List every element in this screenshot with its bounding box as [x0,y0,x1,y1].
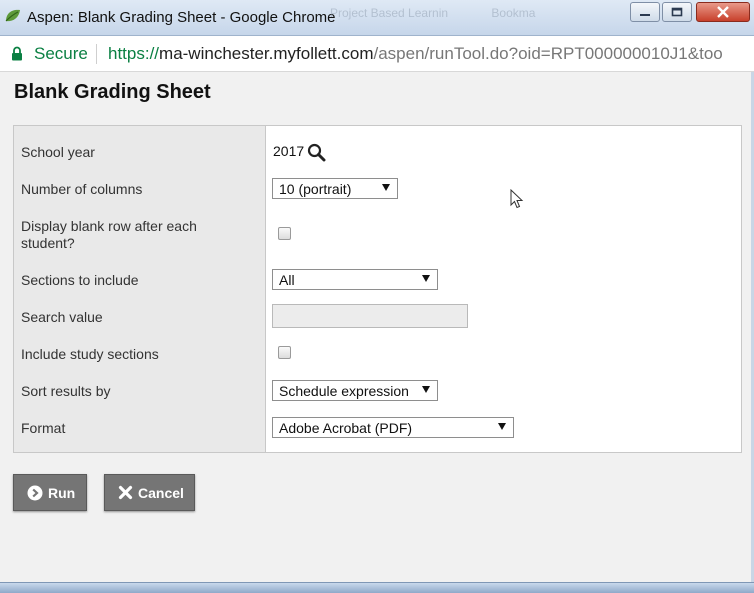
play-circle-icon [27,485,43,501]
form-label-column: School year Number of columns Display bl… [14,126,266,452]
page-title: Blank Grading Sheet [14,81,211,103]
format-label: Format [21,420,66,436]
dropdown-arrow-icon [382,184,390,191]
search-value-input[interactable] [272,304,468,328]
close-icon [118,485,133,500]
cancel-button-label: Cancel [138,485,184,501]
dropdown-arrow-icon [422,275,430,282]
background-tab: Project Based Learnin [330,6,449,20]
run-button[interactable]: Run [13,474,87,511]
url-text[interactable]: https://ma-winchester.myfollett.com/aspe… [108,44,723,64]
display-blank-row-checkbox[interactable] [278,227,291,240]
url-host: ma-winchester.myfollett.com [159,44,374,63]
number-of-columns-label: Number of columns [21,181,143,197]
secure-label: Secure [34,44,88,63]
sort-results-by-label: Sort results by [21,383,111,399]
maximize-icon [671,7,683,17]
run-button-label: Run [48,485,76,501]
address-bar[interactable]: Secure https://ma-winchester.myfollett.c… [0,36,754,72]
url-path: /aspen/runTool.do?oid=RPT000000010J1&too [373,44,723,63]
sort-results-by-select[interactable]: Schedule expression [272,380,438,401]
number-of-columns-value: 10 (portrait) [279,181,352,197]
display-blank-row-label: Display blank row after each student? [21,218,197,251]
minimize-icon [640,14,650,16]
window-title: Aspen: Blank Grading Sheet - Google Chro… [27,9,336,26]
sections-to-include-label: Sections to include [21,272,139,288]
address-separator [96,44,97,64]
minimize-button[interactable] [630,2,660,22]
format-select[interactable]: Adobe Acrobat (PDF) [272,417,514,438]
cancel-button[interactable]: Cancel [104,474,195,511]
background-tab: Bookma [491,6,536,20]
maximize-button[interactable] [662,2,692,22]
include-study-sections-checkbox[interactable] [278,346,291,359]
number-of-columns-select[interactable]: 10 (portrait) [272,178,398,199]
school-year-label: School year [21,144,95,160]
sections-to-include-value: All [279,272,295,288]
mouse-cursor-icon [510,189,524,209]
school-year-value: 2017 [273,143,305,159]
background-tabs: Project Based Learnin Bookma [330,6,575,20]
window-titlebar: Aspen: Blank Grading Sheet - Google Chro… [0,0,754,36]
search-value-label: Search value [21,309,103,325]
lock-icon [12,46,22,61]
close-icon [717,6,729,18]
include-study-sections-label: Include study sections [21,346,159,362]
format-value: Adobe Acrobat (PDF) [279,420,413,436]
close-window-button[interactable] [696,2,750,22]
sort-results-by-value: Schedule expression [279,383,409,399]
dropdown-arrow-icon [422,386,430,393]
sections-to-include-select[interactable]: All [272,269,438,290]
search-icon[interactable] [307,143,326,162]
url-scheme: https:// [108,44,160,63]
report-options-form: School year Number of columns Display bl… [13,125,742,453]
window-bottom-border [0,582,754,593]
dropdown-arrow-icon [498,423,506,430]
aspen-app-icon [5,9,20,22]
